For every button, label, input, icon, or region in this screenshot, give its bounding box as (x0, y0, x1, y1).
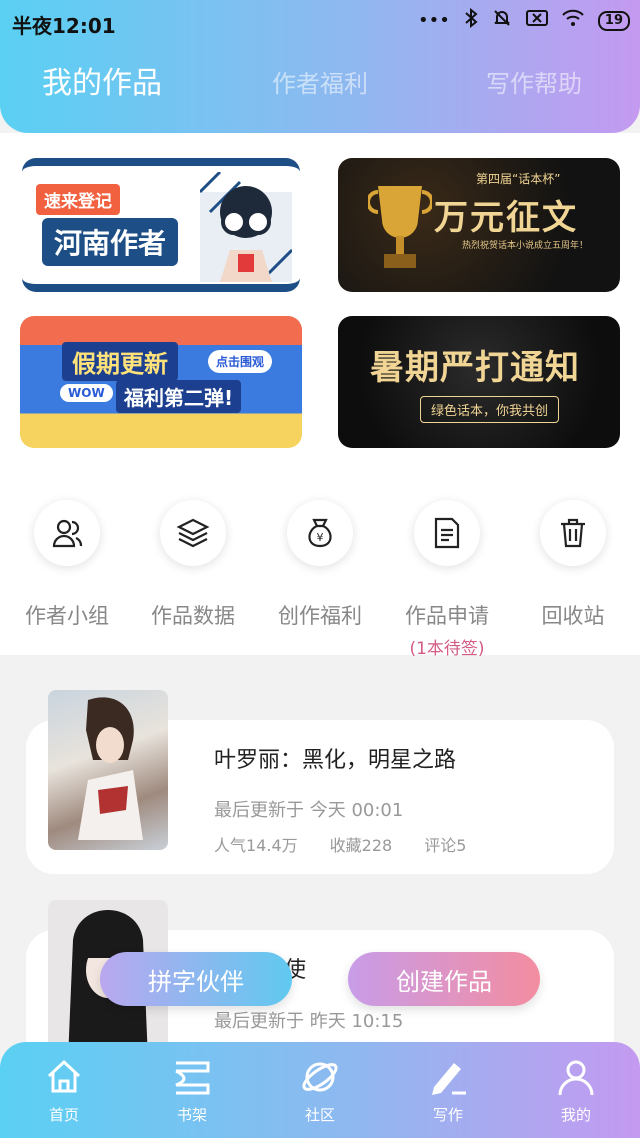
work-title: 叶罗丽：黑化，明星之路 (214, 748, 457, 773)
money-bag-icon: ¥ (308, 518, 332, 548)
banner-title: 河南作者 (42, 218, 179, 266)
bluetooth-icon (464, 7, 478, 33)
banner-holiday-update[interactable]: 假期更新 点击围观 WOW 福利第二弹! (20, 316, 302, 448)
banner-subtitle: 福利第二弹! (116, 380, 242, 413)
banner-henan-authors[interactable]: 速来登记 河南作者 (22, 158, 300, 292)
cover-illustration (78, 697, 143, 840)
top-tabs: 我的作品 作者福利 写作帮助 (0, 64, 640, 124)
trash-icon (561, 518, 585, 548)
nav-community[interactable]: 社区 (270, 1056, 370, 1125)
banner-title: 暑期严打通知 (370, 348, 580, 388)
dots-icon: ••• (418, 10, 450, 31)
banner-title: 万元征文 (434, 198, 578, 238)
trophy-icon (368, 186, 432, 268)
header: 半夜12:01 ••• 19 我的作品 作者福利 写作帮助 (0, 0, 640, 133)
nav-label: 写作 (432, 1106, 463, 1124)
quick-label: 创作福利 (278, 604, 362, 628)
word-partner-button[interactable]: 拼字伙伴 (100, 952, 292, 1006)
quick-recycle-bin[interactable]: 回收站 (509, 500, 637, 630)
banner-tag: 速来登记 (36, 184, 120, 215)
nav-bookshelf[interactable]: 书架 (142, 1056, 242, 1125)
pending-sign-note: (1本待签) (409, 639, 485, 659)
nav-write[interactable]: 写作 (398, 1056, 498, 1125)
quick-label: 回收站 (541, 604, 605, 628)
tab-writing-help[interactable]: 写作帮助 (486, 64, 582, 99)
banner-subtitle: 热烈祝贺话本小说成立五周年！ (462, 241, 589, 251)
banner-summer-crackdown[interactable]: 暑期严打通知 绿色话本，你我共创 (338, 316, 620, 448)
svg-text:¥: ¥ (317, 531, 324, 544)
nav-label: 首页 (48, 1106, 79, 1124)
status-bar: 半夜12:01 ••• 19 (0, 0, 640, 44)
home-icon (47, 1059, 81, 1093)
nav-home[interactable]: 首页 (14, 1056, 114, 1125)
bottom-nav: 首页 书架 社区 写作 我的 (0, 1042, 640, 1138)
nav-profile[interactable]: 我的 (526, 1056, 626, 1125)
planet-icon (302, 1062, 338, 1092)
tab-author-benefits[interactable]: 作者福利 (272, 64, 368, 99)
bookshelf-icon (175, 1061, 210, 1095)
pen-icon (432, 1063, 466, 1095)
quick-work-data[interactable]: 作品数据 (129, 500, 257, 630)
banner-small-text: 第四届“话本杯” (476, 172, 561, 186)
banner-title: 假期更新 (62, 342, 178, 381)
quick-label: 作品数据 (151, 604, 235, 628)
battery-icon: 19 (597, 10, 630, 31)
quick-author-group[interactable]: 作者小组 (3, 500, 131, 630)
status-icons: ••• 19 (418, 7, 630, 33)
user-icon (558, 1060, 594, 1096)
banner-view-button: 点击围观 (208, 350, 273, 373)
work-comments: 评论5 (424, 836, 467, 855)
binocular-figure-icon (200, 172, 292, 282)
work-cover-image[interactable] (48, 690, 168, 850)
nav-label: 社区 (304, 1106, 335, 1124)
work-last-update: 最后更新于 昨天 10:15 (214, 1011, 404, 1032)
banner-wow-badge: WOW (60, 384, 113, 402)
work-popularity: 人气14.4万 (214, 836, 298, 855)
nav-label: 我的 (560, 1106, 591, 1124)
status-time: 半夜12:01 (12, 14, 116, 38)
no-sim-icon (525, 9, 548, 32)
quick-label: 作者小组 (25, 604, 109, 628)
nav-label: 书架 (176, 1106, 207, 1124)
quick-label: 作品申请 (405, 604, 489, 628)
banner-essay-contest[interactable]: 第四届“话本杯” 万元征文 热烈祝贺话本小说成立五周年！ (338, 158, 620, 292)
quick-creation-benefits[interactable]: ¥ 创作福利 (256, 500, 384, 630)
mute-bell-icon (492, 8, 512, 33)
quick-work-application[interactable]: 作品申请 (1本待签) (383, 500, 511, 659)
work-last-update: 最后更新于 今天 00:01 (214, 800, 404, 821)
create-work-button[interactable]: 创建作品 (348, 952, 540, 1006)
banner-subtitle: 绿色话本，你我共创 (420, 396, 560, 423)
document-icon (434, 517, 460, 549)
group-icon (52, 519, 83, 548)
tab-my-works[interactable]: 我的作品 (42, 58, 162, 102)
work-favorites: 收藏228 (329, 836, 393, 855)
work-stats: 人气14.4万 收藏228 评论5 (214, 832, 466, 856)
layers-icon (176, 518, 210, 548)
wifi-icon (562, 9, 584, 32)
